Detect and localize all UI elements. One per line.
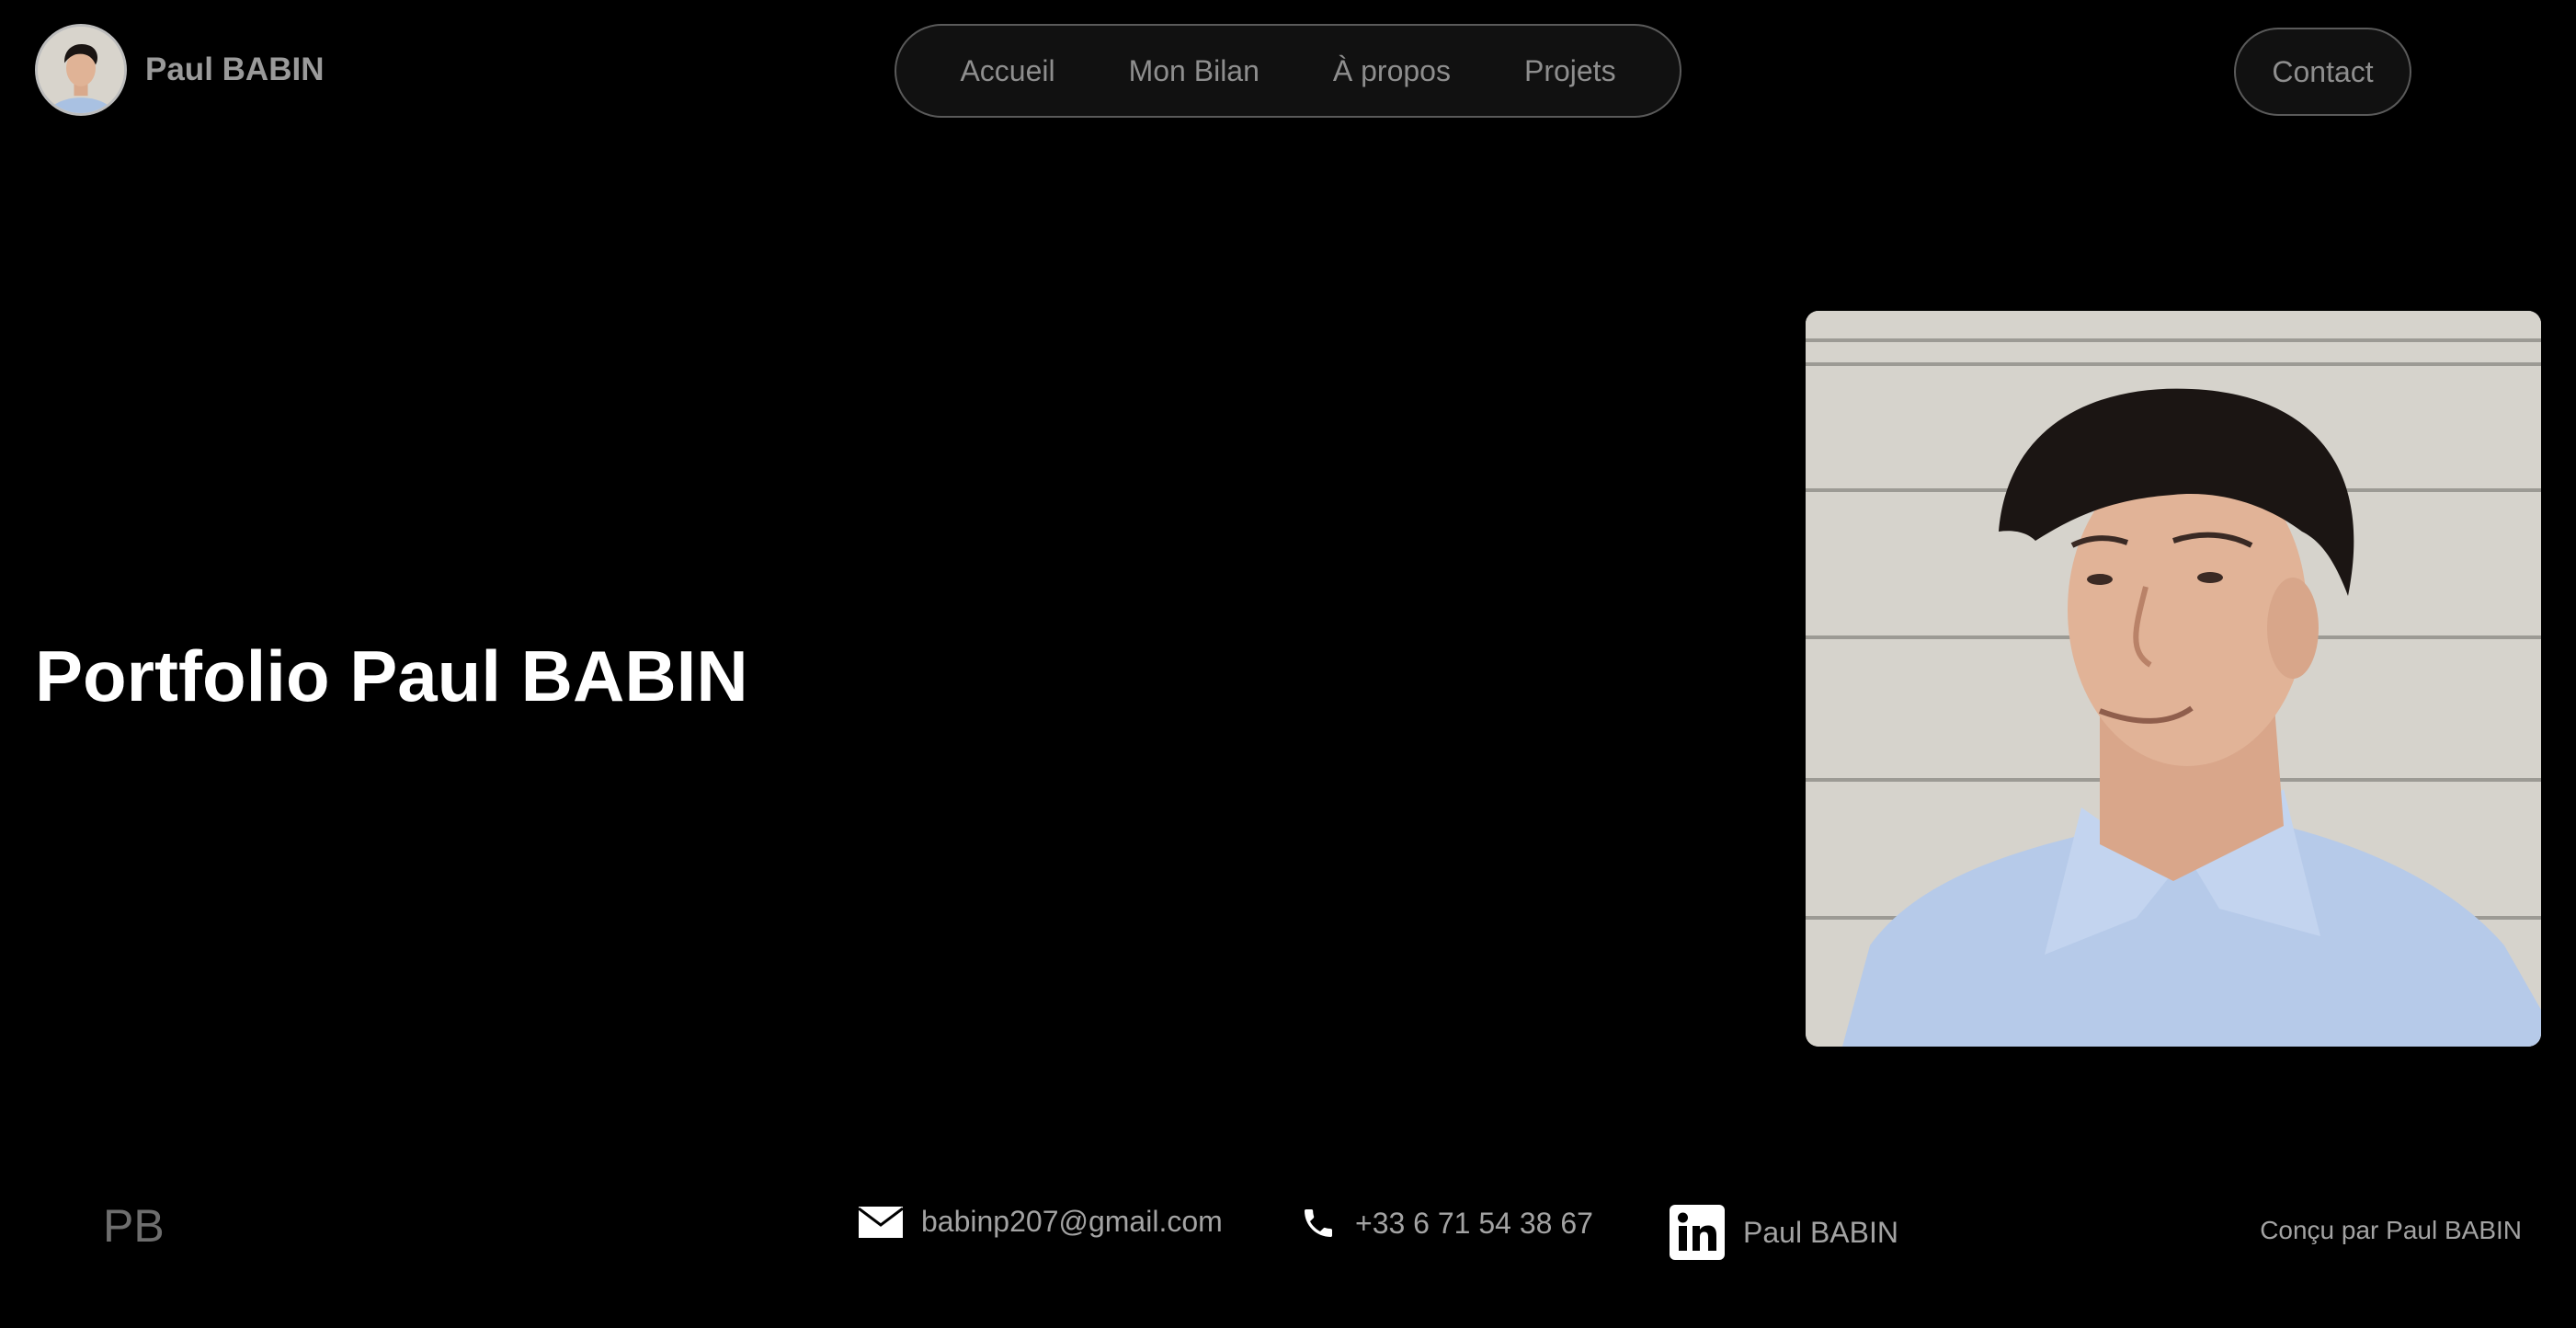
portrait-photo (1806, 311, 2541, 1047)
footer-email-link[interactable]: babinp207@gmail.com (859, 1205, 1223, 1239)
brand-home-link[interactable]: Paul BABIN (35, 24, 324, 116)
main-navigation: Accueil Mon Bilan À propos Projets (895, 24, 1681, 118)
avatar (35, 24, 127, 116)
nav-link-projets[interactable]: Projets (1524, 54, 1616, 88)
linkedin-icon (1670, 1205, 1725, 1260)
footer-phone-text: +33 6 71 54 38 67 (1355, 1206, 1593, 1240)
footer-phone-link[interactable]: +33 6 71 54 38 67 (1300, 1205, 1593, 1242)
page-title: Portfolio Paul BABIN (35, 635, 748, 716)
nav-link-a-propos[interactable]: À propos (1333, 54, 1451, 88)
contact-button[interactable]: Contact (2234, 28, 2411, 116)
footer-linkedin-text: Paul BABIN (1743, 1215, 1898, 1249)
footer-linkedin-link[interactable]: Paul BABIN (1670, 1205, 1898, 1260)
portrait-image (1806, 311, 2541, 1047)
envelope-icon (859, 1206, 903, 1238)
footer-monogram: PB (103, 1200, 165, 1252)
nav-link-accueil[interactable]: Accueil (960, 54, 1054, 88)
brand-name: Paul BABIN (145, 52, 325, 87)
footer-email-text: babinp207@gmail.com (921, 1205, 1223, 1238)
footer-credit: Conçu par Paul BABIN (2260, 1216, 2522, 1244)
nav-link-mon-bilan[interactable]: Mon Bilan (1129, 54, 1260, 88)
avatar-image (38, 27, 124, 113)
phone-icon (1300, 1205, 1337, 1242)
